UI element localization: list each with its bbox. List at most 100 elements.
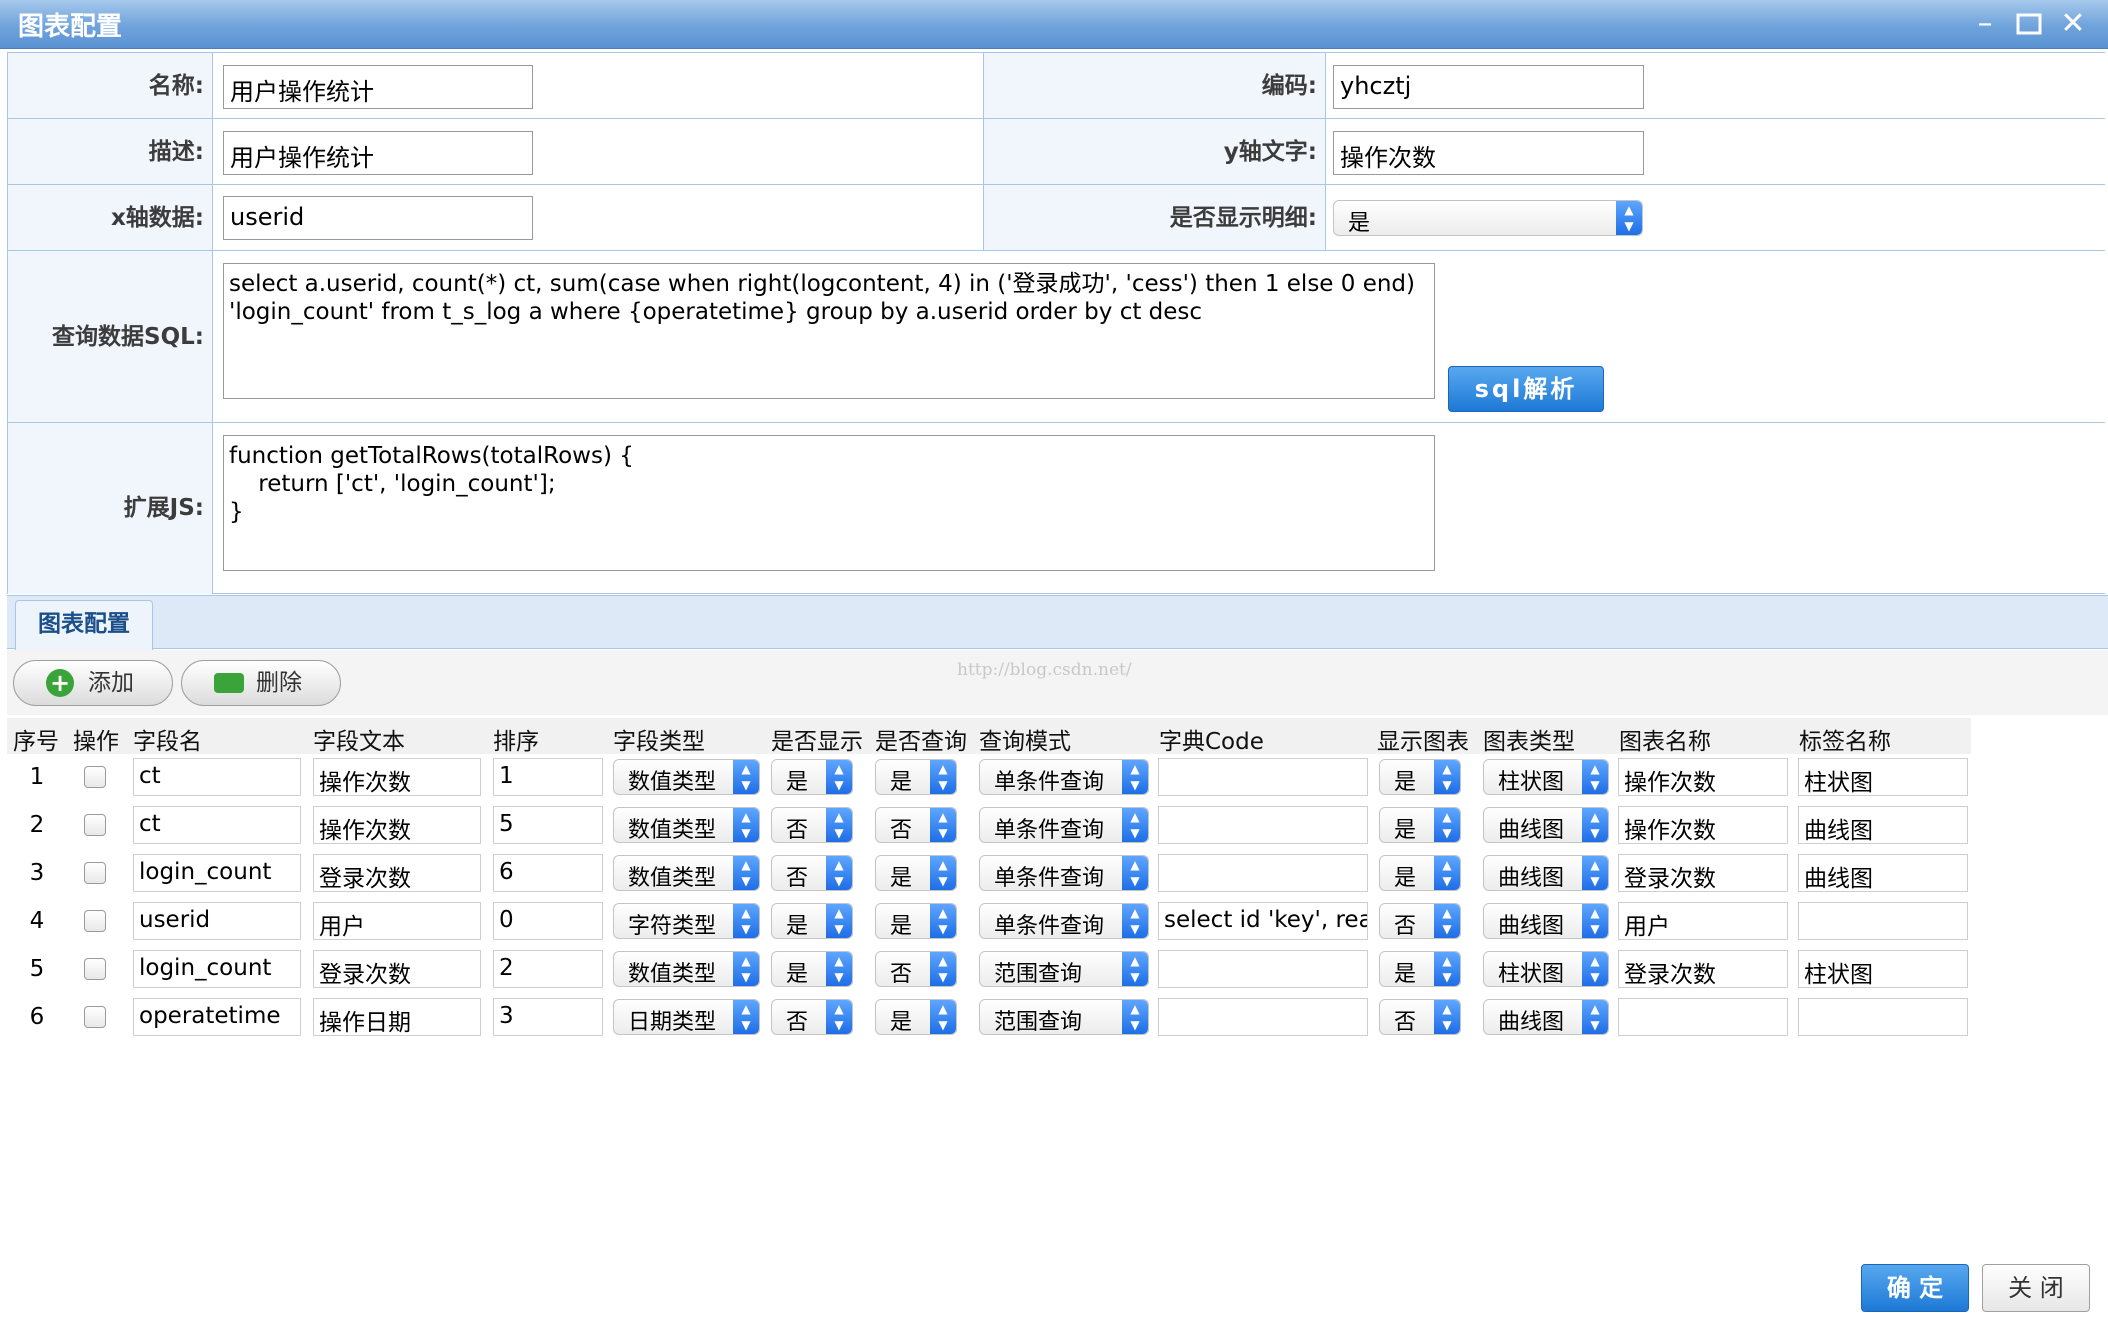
mode-select[interactable]: 范围查询 ▲ ▼	[979, 951, 1149, 987]
show-select[interactable]: 否 ▲ ▼	[771, 855, 853, 891]
text-input[interactable]: 登录次数	[313, 854, 481, 892]
text-input[interactable]: 操作日期	[313, 998, 481, 1036]
chevron-updown-icon: ▲ ▼	[1122, 904, 1148, 938]
tag-input[interactable]	[1798, 902, 1968, 940]
type-select[interactable]: 字符类型 ▲ ▼	[613, 903, 760, 939]
query-select[interactable]: 是 ▲ ▼	[875, 759, 957, 795]
tag-input[interactable]: 曲线图	[1798, 854, 1968, 892]
dict-input[interactable]	[1158, 758, 1368, 796]
chart-name-input[interactable]: 操作次数	[1618, 758, 1788, 796]
query-select[interactable]: 否 ▲ ▼	[875, 951, 957, 987]
dict-input[interactable]	[1158, 854, 1368, 892]
query-select[interactable]: 是 ▲ ▼	[875, 903, 957, 939]
chart-name-input[interactable]: 用户	[1618, 902, 1788, 940]
chart-type-select[interactable]: 柱状图 ▲ ▼	[1483, 951, 1609, 987]
chart-name-input[interactable]: 操作次数	[1618, 806, 1788, 844]
row-checkbox[interactable]	[84, 958, 106, 980]
dict-input[interactable]	[1158, 950, 1368, 988]
maximize-icon[interactable]	[2012, 8, 2046, 40]
chart-type-select[interactable]: 曲线图 ▲ ▼	[1483, 999, 1609, 1035]
order-input[interactable]: 0	[493, 902, 603, 940]
name-input[interactable]: 用户操作统计	[223, 65, 533, 109]
tag-input[interactable]	[1798, 998, 1968, 1036]
add-button[interactable]: + 添加	[13, 660, 173, 706]
order-input[interactable]: 5	[493, 806, 603, 844]
desc-input[interactable]: 用户操作统计	[223, 131, 533, 175]
window-titlebar: 图表配置 – ✕	[0, 0, 2108, 49]
query-select[interactable]: 是 ▲ ▼	[875, 855, 957, 891]
chart-type-select[interactable]: 曲线图 ▲ ▼	[1483, 903, 1609, 939]
text-input[interactable]: 用户	[313, 902, 481, 940]
close-button[interactable]: 关 闭	[1982, 1264, 2090, 1312]
tab-chart-config[interactable]: 图表配置	[15, 600, 153, 650]
query-select[interactable]: 否 ▲ ▼	[875, 807, 957, 843]
mode-select[interactable]: 单条件查询 ▲ ▼	[979, 759, 1149, 795]
detail-select[interactable]: 是 ▲ ▼	[1333, 200, 1643, 236]
chart-type-select[interactable]: 曲线图 ▲ ▼	[1483, 807, 1609, 843]
order-input[interactable]: 3	[493, 998, 603, 1036]
show-select[interactable]: 是 ▲ ▼	[771, 951, 853, 987]
row-checkbox[interactable]	[84, 1006, 106, 1028]
text-input[interactable]: 登录次数	[313, 950, 481, 988]
type-select[interactable]: 日期类型 ▲ ▼	[613, 999, 760, 1035]
close-icon[interactable]: ✕	[2056, 8, 2090, 40]
sql-textarea[interactable]: select a.userid, count(*) ct, sum(case w…	[223, 263, 1435, 399]
sql-parse-button[interactable]: sql解析	[1448, 366, 1604, 412]
chart-select[interactable]: 否 ▲ ▼	[1379, 903, 1461, 939]
js-textarea[interactable]: function getTotalRows(totalRows) { retur…	[223, 435, 1435, 571]
mode-select[interactable]: 范围查询 ▲ ▼	[979, 999, 1149, 1035]
chart-select[interactable]: 是 ▲ ▼	[1379, 759, 1461, 795]
mode-select[interactable]: 单条件查询 ▲ ▼	[979, 855, 1149, 891]
chart-select[interactable]: 是 ▲ ▼	[1379, 951, 1461, 987]
tag-input[interactable]: 柱状图	[1798, 758, 1968, 796]
order-input[interactable]: 6	[493, 854, 603, 892]
delete-button[interactable]: 删除	[181, 660, 341, 706]
dict-input[interactable]	[1158, 806, 1368, 844]
field-input[interactable]: login_count	[133, 854, 301, 892]
chart-name-input[interactable]	[1618, 998, 1788, 1036]
chart-type-select[interactable]: 曲线图 ▲ ▼	[1483, 855, 1609, 891]
tag-input[interactable]: 曲线图	[1798, 806, 1968, 844]
show-select[interactable]: 否 ▲ ▼	[771, 999, 853, 1035]
text-input[interactable]: 操作次数	[313, 806, 481, 844]
order-input[interactable]: 1	[493, 758, 603, 796]
code-input[interactable]: yhcztj	[1333, 65, 1644, 109]
show-select[interactable]: 是 ▲ ▼	[771, 903, 853, 939]
chart-select[interactable]: 是 ▲ ▼	[1379, 855, 1461, 891]
ok-button[interactable]: 确 定	[1861, 1264, 1969, 1312]
field-input[interactable]: login_count	[133, 950, 301, 988]
xdata-input[interactable]: userid	[223, 196, 533, 240]
chart-type-select[interactable]: 柱状图 ▲ ▼	[1483, 759, 1609, 795]
minimize-icon[interactable]: –	[1968, 8, 2002, 40]
mode-select[interactable]: 单条件查询 ▲ ▼	[979, 807, 1149, 843]
chevron-updown-icon: ▲ ▼	[1582, 760, 1608, 794]
row-checkbox[interactable]	[84, 766, 106, 788]
tag-input[interactable]: 柱状图	[1798, 950, 1968, 988]
ytext-input[interactable]: 操作次数	[1333, 131, 1644, 175]
field-input[interactable]: userid	[133, 902, 301, 940]
dict-input[interactable]: select id 'key', realı	[1158, 902, 1368, 940]
chart-select[interactable]: 否 ▲ ▼	[1379, 999, 1461, 1035]
row-number: 6	[29, 1004, 45, 1030]
type-select[interactable]: 数值类型 ▲ ▼	[613, 855, 760, 891]
dict-input[interactable]	[1158, 998, 1368, 1036]
chart-name-input[interactable]: 登录次数	[1618, 950, 1788, 988]
chart-select[interactable]: 是 ▲ ▼	[1379, 807, 1461, 843]
mode-select[interactable]: 单条件查询 ▲ ▼	[979, 903, 1149, 939]
field-input[interactable]: ct	[133, 806, 301, 844]
row-checkbox[interactable]	[84, 910, 106, 932]
show-select[interactable]: 是 ▲ ▼	[771, 759, 853, 795]
text-input[interactable]: 操作次数	[313, 758, 481, 796]
order-input[interactable]: 2	[493, 950, 603, 988]
row-checkbox[interactable]	[84, 862, 106, 884]
query-select[interactable]: 是 ▲ ▼	[875, 999, 957, 1035]
type-select[interactable]: 数值类型 ▲ ▼	[613, 807, 760, 843]
chart-name-input[interactable]: 登录次数	[1618, 854, 1788, 892]
field-input[interactable]: ct	[133, 758, 301, 796]
show-select[interactable]: 否 ▲ ▼	[771, 807, 853, 843]
row-checkbox[interactable]	[84, 814, 106, 836]
field-input[interactable]: operatetime	[133, 998, 301, 1036]
type-select[interactable]: 数值类型 ▲ ▼	[613, 759, 760, 795]
type-select[interactable]: 数值类型 ▲ ▼	[613, 951, 760, 987]
chart-type-select-value: 曲线图	[1498, 1010, 1565, 1035]
